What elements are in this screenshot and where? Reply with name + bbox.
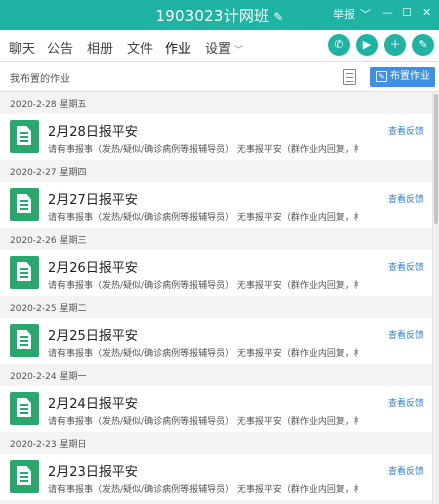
list-item[interactable]: 2月26日报平安 请有事报事（发热/疑似/确诊病例等报辅导员） 无事报平安（群作… (0, 250, 432, 296)
list-item[interactable]: 2月23日报平安 请有事报事（发热/疑似/确诊病例等报辅导员） 无事报平安（群作… (0, 454, 432, 500)
scrollbar-thumb[interactable] (434, 94, 438, 224)
date-label: 2020-2-23 星期日 (10, 440, 87, 450)
assignment-desc: 请有事报事（发热/疑似/确诊病例等报辅导员） 无事报平安（群作业内回复，格式..… (48, 417, 358, 427)
assignment-title: 2月25日报平安 (48, 329, 138, 344)
assignment-title: 2月26日报平安 (48, 261, 138, 276)
assignment-desc: 请有事报事（发热/疑似/确诊病例等报辅导员） 无事报平安（群作业内回复，格式..… (48, 349, 358, 359)
tab-announcements[interactable]: 公告 (47, 38, 73, 57)
document-icon (10, 120, 39, 153)
report-link[interactable]: 举报 (333, 6, 355, 22)
assignment-desc: 请有事报事（发热/疑似/确诊病例等报辅导员） 无事报平安（群作业内回复，格式..… (48, 281, 358, 291)
tab-settings-label: 设置 (205, 42, 232, 57)
list-item[interactable]: 2月27日报平安 请有事报事（发热/疑似/确诊病例等报辅导员） 无事报平安（群作… (0, 182, 432, 228)
view-feedback-link[interactable]: 查看反馈 (388, 396, 424, 409)
assignment-desc: 请有事报事（发热/疑似/确诊病例等报辅导员） 无事报平安（群作业内回复，格式..… (48, 485, 358, 495)
date-header: 2020-2-25 星期二 (0, 296, 432, 318)
document-icon[interactable] (343, 69, 356, 85)
close-icon[interactable]: ✕ (422, 6, 431, 19)
tab-settings[interactable]: 设置 ﹀ (205, 38, 243, 57)
date-label: 2020-2-27 星期四 (10, 168, 87, 178)
assignment-list: 2020-2-28 星期五 2月28日报平安 请有事报事（发热/疑似/确诊病例等… (0, 92, 432, 504)
view-feedback-link[interactable]: 查看反馈 (388, 124, 424, 137)
title-bar: 1903023计网班 ✎ 举报 ﹀ — ☐ ✕ (0, 0, 439, 30)
tab-chat[interactable]: 聊天 (9, 38, 35, 57)
document-icon (10, 324, 39, 357)
document-icon (10, 392, 39, 425)
date-header: 2020-2-24 星期一 (0, 364, 432, 386)
publish-homework-label: 布置作业 (390, 71, 430, 82)
assignment-desc: 请有事报事（发热/疑似/确诊病例等报辅导员） 无事报平安（群作业内回复，格式..… (48, 145, 358, 155)
date-label: 2020-2-25 星期二 (10, 304, 87, 314)
list-item[interactable]: 2月28日报平安 请有事报事（发热/疑似/确诊病例等报辅导员） 无事报平安（群作… (0, 114, 432, 160)
tab-album[interactable]: 相册 (87, 38, 113, 57)
scrollbar[interactable] (432, 92, 439, 504)
pencil-icon: ✎ (376, 71, 387, 82)
view-feedback-link[interactable]: 查看反馈 (388, 260, 424, 273)
assignment-title: 2月24日报平安 (48, 397, 138, 412)
publish-homework-button[interactable]: ✎ 布置作业 (370, 67, 435, 87)
add-app-icon[interactable]: ＋ (384, 34, 406, 56)
assignment-desc: 请有事报事（发热/疑似/确诊病例等报辅导员） 无事报平安（群作业内回复，格式..… (48, 213, 358, 223)
date-header: 2020-2-27 星期四 (0, 160, 432, 182)
document-icon (10, 256, 39, 289)
assignment-title: 2月23日报平安 (48, 465, 138, 480)
date-header: 2020-2-23 星期日 (0, 432, 432, 454)
document-icon (10, 188, 39, 221)
view-feedback-link[interactable]: 查看反馈 (388, 192, 424, 205)
date-label: 2020-2-24 星期一 (10, 372, 87, 382)
view-feedback-link[interactable]: 查看反馈 (388, 328, 424, 341)
tab-homework[interactable]: 作业 (162, 38, 194, 64)
tab-files[interactable]: 文件 (127, 38, 153, 57)
assignment-title: 2月27日报平安 (48, 193, 138, 208)
minimize-icon[interactable]: — (382, 6, 393, 19)
date-header: 2020-2-26 星期三 (0, 228, 432, 250)
assignment-title: 2月28日报平安 (48, 125, 138, 140)
date-label: 2020-2-28 星期五 (10, 100, 87, 110)
pencil-icon[interactable]: ✎ (273, 10, 283, 24)
group-name: 1903023计网班 (155, 7, 270, 25)
view-feedback-link[interactable]: 查看反馈 (388, 464, 424, 477)
date-header: 2020-2-28 星期五 (0, 92, 432, 114)
document-icon (10, 460, 39, 493)
list-item[interactable]: 2月24日报平安 请有事报事（发热/疑似/确诊病例等报辅导员） 无事报平安（群作… (0, 386, 432, 432)
date-label: 2020-2-26 星期三 (10, 236, 87, 246)
edit-square-icon[interactable]: ✎ (412, 34, 434, 56)
tab-bar: 聊天 公告 相册 文件 作业 设置 ﹀ ✆ ▶ ＋ ✎ (0, 30, 439, 64)
maximize-icon[interactable]: ☐ (402, 6, 412, 19)
chevron-down-icon: ﹀ (234, 46, 244, 56)
phone-icon[interactable]: ✆ (328, 34, 350, 56)
chevron-down-icon[interactable]: ﹀ (360, 6, 371, 22)
window-title: 1903023计网班 ✎ (0, 5, 439, 26)
list-item[interactable]: 2月25日报平安 请有事报事（发热/疑似/确诊病例等报辅导员） 无事报平安（群作… (0, 318, 432, 364)
my-assigned-label: 我布置的作业 (10, 74, 70, 85)
video-icon[interactable]: ▶ (356, 34, 378, 56)
homework-toolbar: 我布置的作业 ✎ 布置作业 (0, 62, 439, 92)
